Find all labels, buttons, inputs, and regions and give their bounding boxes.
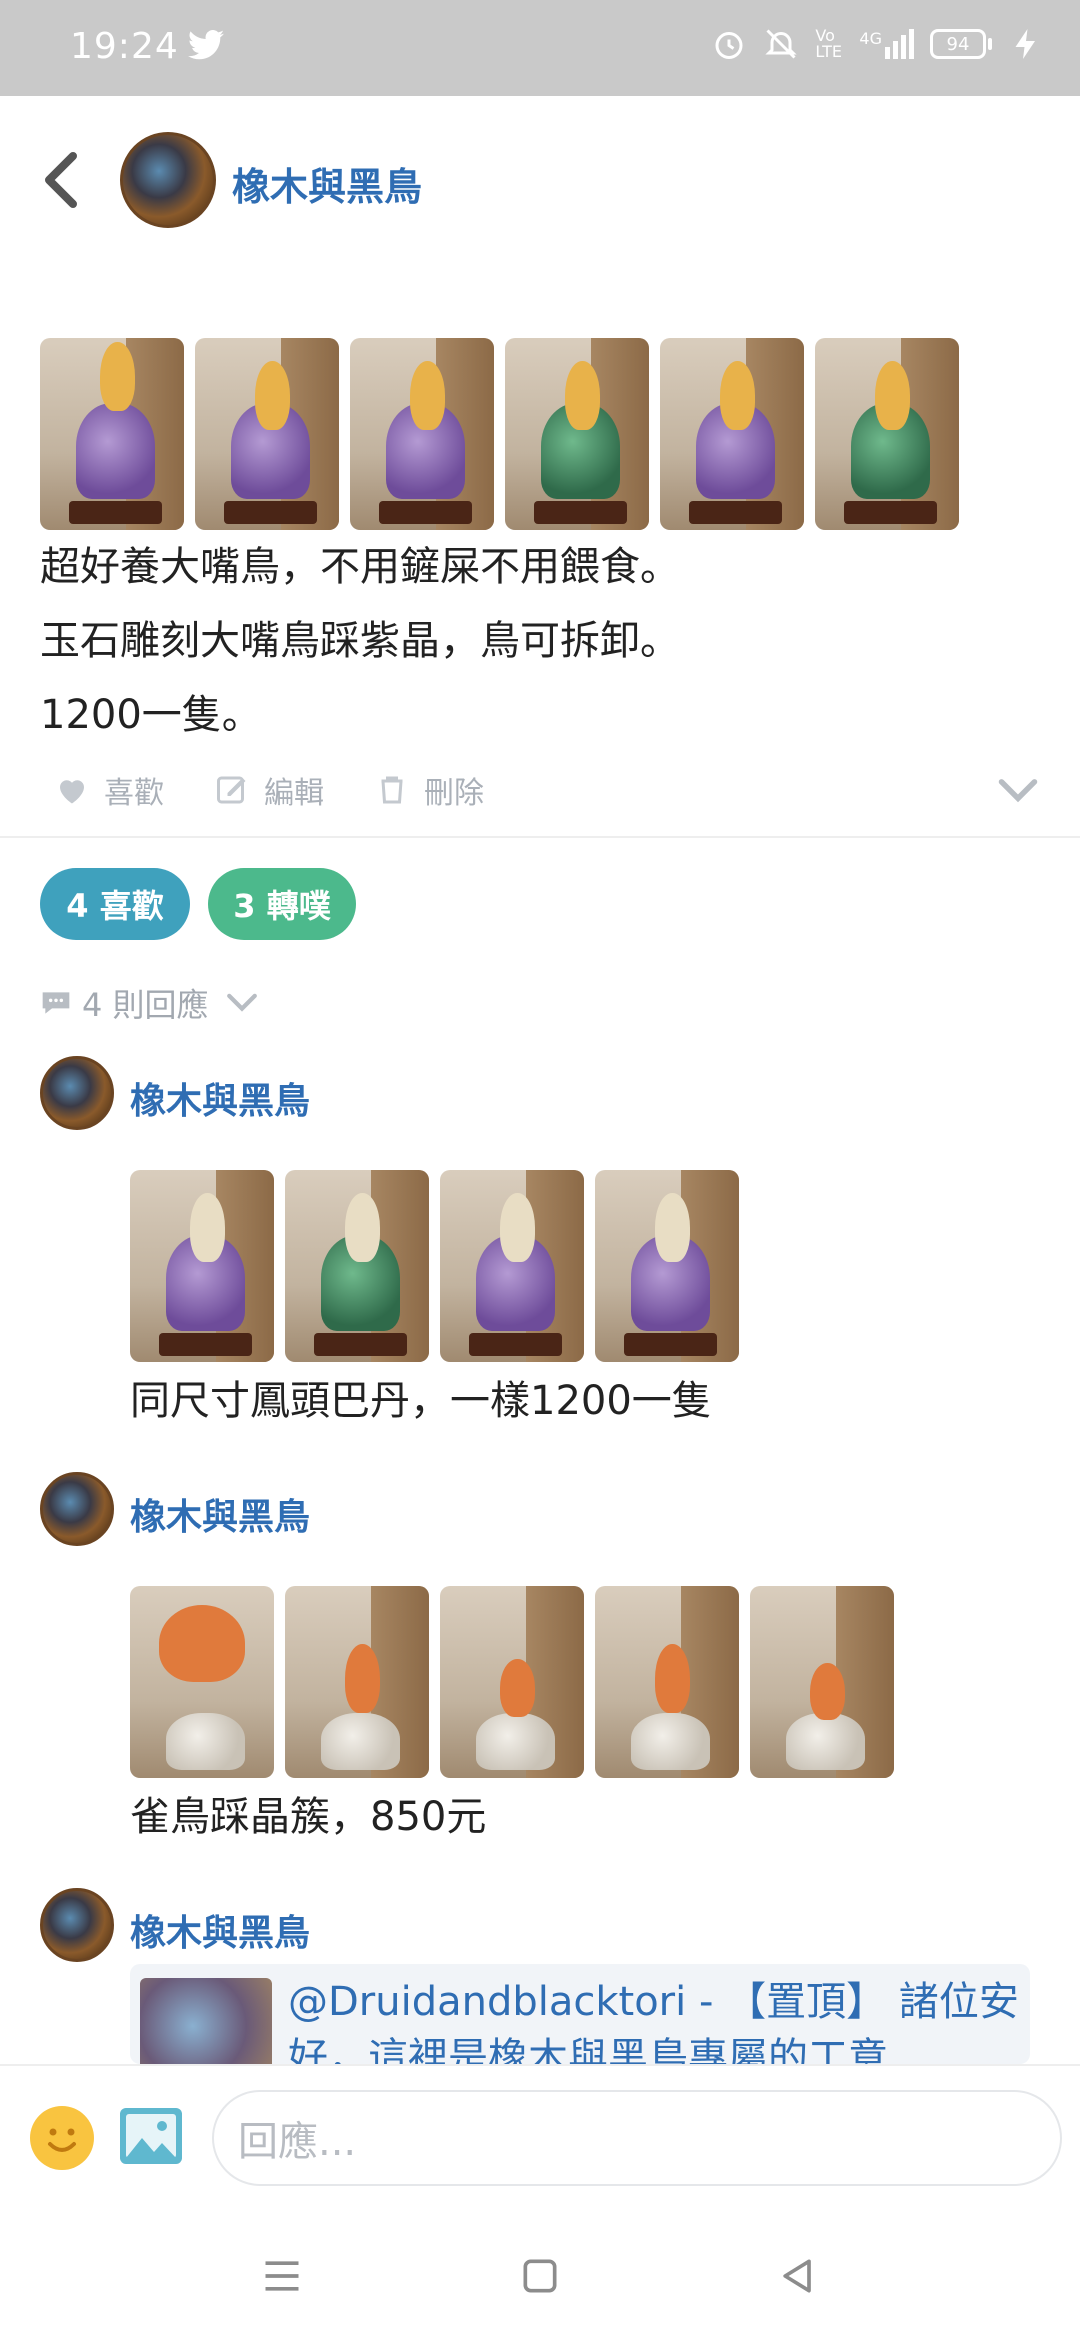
twitter-icon [188,30,224,60]
reply-input[interactable]: 回應... [212,2090,1062,2186]
battery-icon: 94 [930,29,992,59]
menu-icon[interactable] [260,2254,304,2298]
comment-image[interactable] [285,1170,429,1362]
trash-icon [381,776,403,804]
post-image[interactable] [350,338,494,530]
divider [0,836,1080,838]
delete-button[interactable]: 刪除 [374,768,484,812]
image-upload-icon[interactable] [118,2106,184,2166]
chevron-down-icon [226,993,257,1012]
back-icon[interactable] [776,2254,820,2298]
replies-count: 4 則回應 [82,986,209,1024]
chevron-down-icon[interactable] [996,776,1040,806]
comment-image[interactable] [440,1586,584,1778]
comment-author[interactable]: 橡木與黑鳥 [130,1488,310,1540]
speech-bubble-icon [42,992,70,1014]
post-line: 玉石雕刻大嘴鳥踩紫晶，鳥可拆卸。 [40,618,680,664]
system-nav-bar [0,2210,1080,2340]
status-time: 19:24 [70,26,179,67]
link-preview-card[interactable]: @Druidandblacktori - 【置頂】 諸位安好，這裡是橡木與黑鳥專… [130,1964,1030,2064]
smiley-icon [48,2128,76,2152]
status-bar: 19:24 Vo LTE 4G 94 [0,0,1080,96]
like-label: 喜歡 [104,776,164,811]
replies-toggle[interactable]: 4 則回應 [40,980,259,1026]
shares-count-badge[interactable]: 3 轉噗 [208,868,356,940]
comment-image[interactable] [595,1586,739,1778]
battery-level: 94 [946,33,970,55]
post-header: 橡木與黑鳥 [0,96,1080,266]
comment-author[interactable]: 橡木與黑鳥 [130,1072,310,1124]
comment-avatar[interactable] [40,1056,114,1130]
comment-image[interactable] [130,1170,274,1362]
comment-image[interactable] [595,1170,739,1362]
post-image[interactable] [40,338,184,530]
emoji-button[interactable] [30,2106,94,2170]
post-image[interactable] [195,338,339,530]
mute-icon [765,29,798,59]
link-preview-text: @Druidandblacktori - 【置頂】 諸位安好，這裡是橡木與黑鳥專… [288,1979,1019,2064]
post-line: 超好養大嘴鳥，不用鏟屎不用餵食。 [40,544,680,590]
edit-icon [217,776,246,804]
comment-image[interactable] [285,1586,429,1778]
post-image-gallery [40,338,959,530]
comment-avatar[interactable] [40,1888,114,1962]
back-arrow-icon[interactable] [36,148,86,212]
alarm-icon [715,32,743,59]
edit-button[interactable]: 編輯 [214,768,324,812]
post-actions: 喜歡 編輯 刪除 [54,768,484,812]
link-preview-image [140,1978,272,2064]
post-image[interactable] [505,338,649,530]
comment-author[interactable]: 橡木與黑鳥 [130,1904,310,1956]
comment-image[interactable] [440,1170,584,1362]
comment-image[interactable] [750,1586,894,1778]
signal-4g-icon: 4G [859,29,914,59]
comment-image[interactable] [130,1586,274,1778]
charging-icon [1015,29,1035,59]
author-name[interactable]: 橡木與黑鳥 [232,156,422,211]
comment-image-gallery [130,1586,894,1778]
reply-bar: 回應... [0,2064,1080,2210]
post-body: 超好養大嘴鳥，不用鏟屎不用餵食。 玉石雕刻大嘴鳥踩紫晶，鳥可拆卸。 1200一隻… [40,530,1040,752]
heart-icon [60,780,84,804]
delete-label: 刪除 [424,776,484,811]
comment-avatar[interactable] [40,1472,114,1546]
network-type: 4G [859,29,882,48]
reply-placeholder: 回應... [238,2119,357,2165]
likes-count-badge[interactable]: 4 喜歡 [40,868,190,940]
post-image[interactable] [660,338,804,530]
comment-text: 雀鳥踩晶簇，850元 [130,1794,487,1840]
like-button[interactable]: 喜歡 [54,768,164,812]
volte-icon: Vo LTE [815,26,843,61]
post-image[interactable] [815,338,959,530]
home-icon[interactable] [518,2254,562,2298]
comment-image-gallery [130,1170,739,1362]
edit-label: 編輯 [264,776,324,811]
post-line: 1200一隻。 [40,692,262,738]
author-avatar[interactable] [120,132,216,228]
comment-text: 同尺寸鳳頭巴丹，一樣1200一隻 [130,1378,712,1424]
